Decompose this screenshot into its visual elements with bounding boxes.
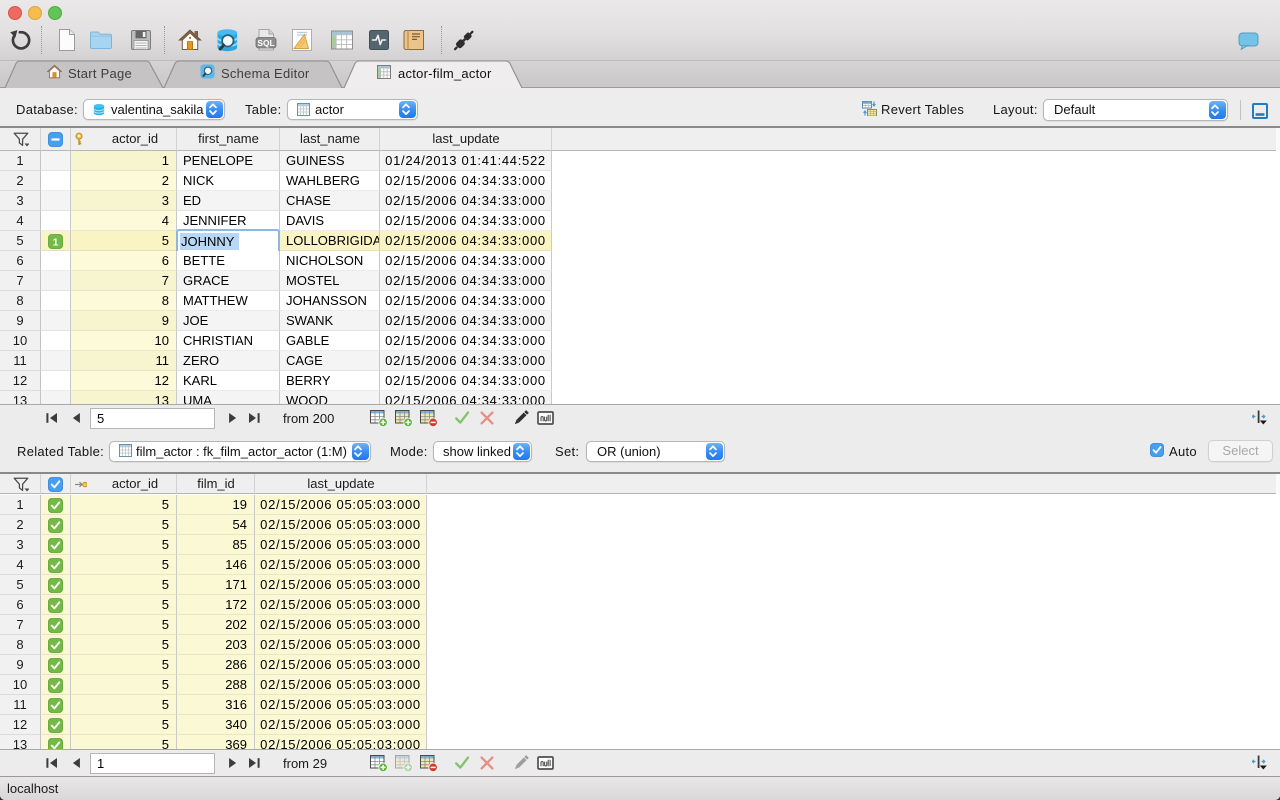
svg-text:1: 1 xyxy=(53,236,59,248)
svg-text:SQL: SQL xyxy=(257,38,274,48)
